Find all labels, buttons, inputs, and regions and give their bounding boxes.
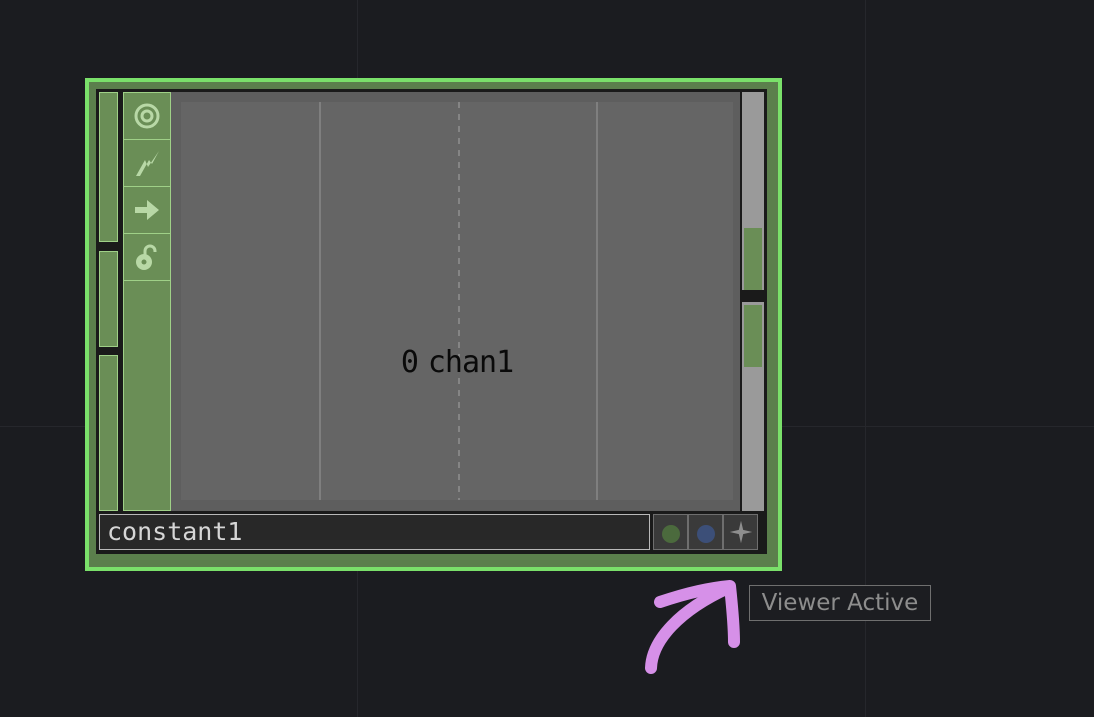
star-icon — [729, 520, 752, 544]
plot-gridline — [319, 102, 321, 500]
bypass-button[interactable] — [124, 140, 170, 187]
render-flag-button[interactable] — [688, 514, 723, 550]
output-separator — [742, 290, 764, 302]
tooltip: Viewer Active — [749, 585, 931, 621]
bypass-icon — [136, 151, 159, 176]
lock-button[interactable] — [124, 234, 170, 281]
channel-name: chan1 — [427, 345, 514, 380]
node-icon-column — [123, 92, 171, 511]
lock-icon — [136, 244, 157, 270]
channel-value: 0 — [400, 345, 419, 380]
node-frame: 0 chan1 constant1 — [96, 89, 767, 554]
node-viewer[interactable]: 0 chan1 — [171, 92, 740, 511]
channel-plot: 0 chan1 — [181, 102, 733, 500]
operator-node[interactable]: 0 chan1 constant1 — [85, 78, 782, 571]
plot-gridline — [596, 102, 598, 500]
viewer-active-flag-button[interactable] — [723, 514, 758, 550]
output-column — [742, 92, 764, 511]
export-button[interactable] — [124, 187, 170, 234]
node-name-field[interactable]: constant1 — [99, 514, 650, 550]
input-connector[interactable] — [99, 92, 118, 242]
output-connector[interactable] — [744, 305, 762, 367]
viewer-toggle-button[interactable] — [124, 93, 170, 140]
input-connector[interactable] — [99, 355, 118, 511]
output-connector[interactable] — [744, 228, 762, 290]
plot-center-line — [458, 102, 460, 500]
channel-value-label: 0 chan1 — [181, 345, 733, 380]
export-arrow-icon — [135, 200, 159, 220]
annotation-arrow-icon — [645, 580, 740, 674]
display-flag-button[interactable] — [653, 514, 688, 550]
input-connector[interactable] — [99, 251, 118, 347]
viewer-toggle-icon — [134, 103, 160, 129]
render-flag-icon — [696, 525, 715, 543]
display-flag-icon — [661, 525, 680, 543]
